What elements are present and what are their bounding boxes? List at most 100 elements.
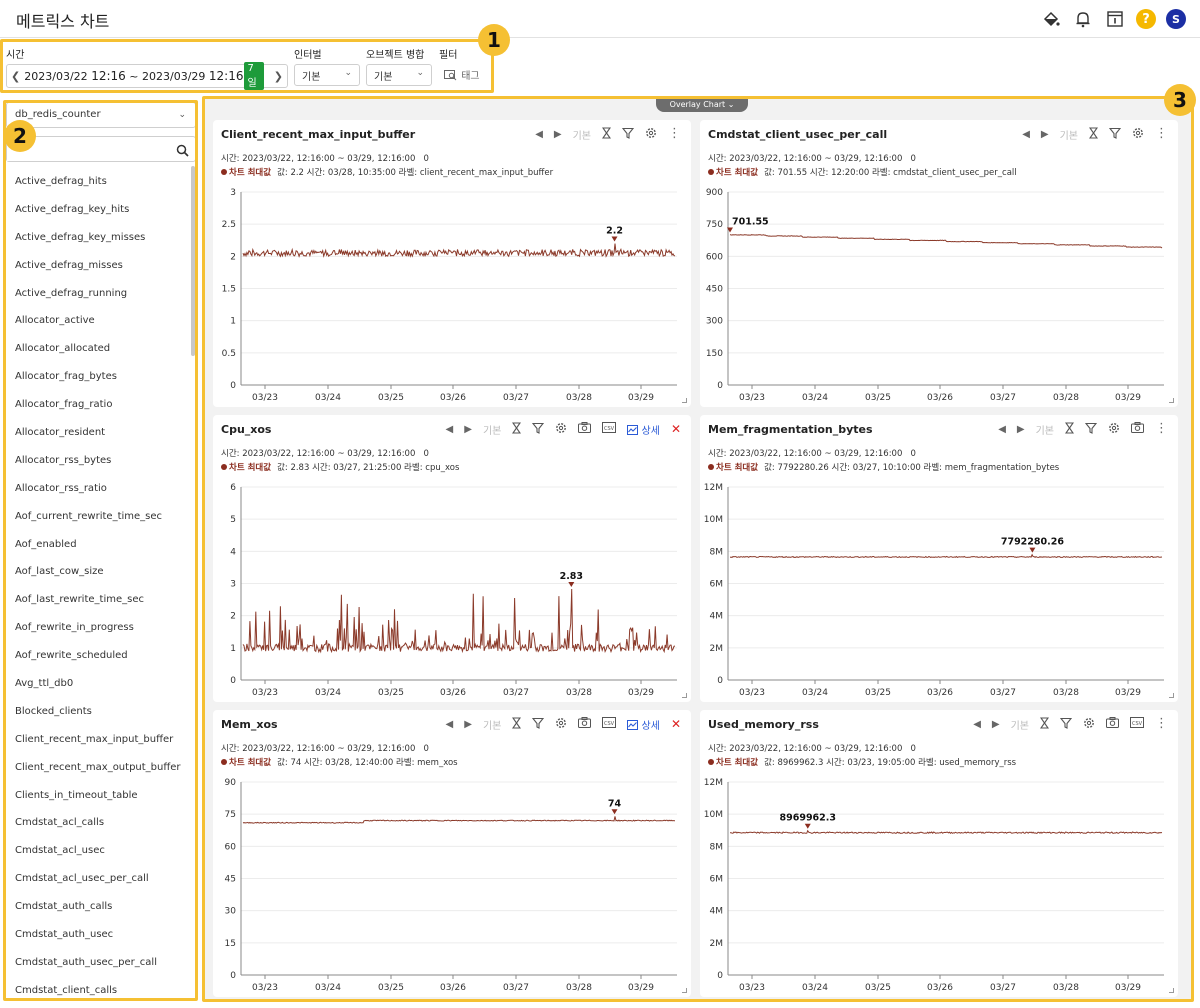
next-arrow-icon[interactable]: ▶ <box>464 424 472 435</box>
chart-title[interactable]: Mem_xos <box>221 718 278 731</box>
prev-arrow-icon[interactable]: ◀ <box>998 424 1006 435</box>
chart-title[interactable]: Used_memory_rss <box>708 718 819 731</box>
filter-icon[interactable] <box>532 717 545 732</box>
info-panel-icon[interactable] <box>1104 8 1126 30</box>
list-item[interactable]: Cmdstat_acl_usec_per_call <box>6 865 192 893</box>
paint-bucket-icon[interactable] <box>1040 8 1062 30</box>
list-item[interactable]: Cmdstat_auth_usec <box>6 921 192 949</box>
filter-icon[interactable] <box>621 127 635 142</box>
list-item[interactable]: Allocator_allocated <box>6 335 192 363</box>
line-chart[interactable]: 12M 10M 8M 6M 4M 2M 0 03/23 03/24 03/25 03/26 03/27… <box>700 770 1178 995</box>
list-item[interactable]: Active_defrag_hits <box>6 168 192 196</box>
hourglass-icon[interactable] <box>1088 126 1099 142</box>
list-item[interactable]: Client_recent_max_input_buffer <box>6 726 192 754</box>
list-item[interactable]: Blocked_clients <box>6 698 192 726</box>
gear-icon[interactable] <box>555 422 567 437</box>
basic-toggle[interactable]: 기본 <box>1011 717 1029 732</box>
camera-icon[interactable] <box>1131 422 1144 436</box>
hourglass-icon[interactable] <box>601 126 612 142</box>
list-item[interactable]: Active_defrag_misses <box>6 252 192 280</box>
detail-button[interactable]: 상세 <box>627 422 660 437</box>
list-item[interactable]: Aof_enabled <box>6 531 192 559</box>
db-select[interactable]: db_redis_counter ⌄ <box>6 102 196 128</box>
chart-title[interactable]: Cpu_xos <box>221 423 271 436</box>
list-item[interactable]: Cmdstat_acl_calls <box>6 809 192 837</box>
list-item[interactable]: Client_recent_max_output_buffer <box>6 754 192 782</box>
filter-icon[interactable] <box>532 422 545 437</box>
series-line[interactable] <box>730 829 1163 835</box>
basic-toggle[interactable]: 기본 <box>483 422 501 437</box>
chevron-right-icon[interactable]: ❯ <box>270 70 287 83</box>
gear-icon[interactable] <box>1108 422 1120 437</box>
list-item[interactable]: Allocator_resident <box>6 419 192 447</box>
gear-icon[interactable] <box>555 717 567 732</box>
list-item[interactable]: Aof_last_rewrite_time_sec <box>6 586 192 614</box>
prev-arrow-icon[interactable]: ◀ <box>973 719 981 730</box>
list-item[interactable]: Cmdstat_client_calls <box>6 977 192 998</box>
csv-icon[interactable]: CSV <box>602 717 617 731</box>
line-chart[interactable]: 900 750 600 450 300 150 0 03/23 03/24 03/25 03/26 0… <box>700 180 1178 405</box>
search-icon[interactable] <box>176 142 189 161</box>
series-line[interactable] <box>242 588 676 654</box>
list-item[interactable]: Allocator_rss_ratio <box>6 475 192 503</box>
close-icon[interactable]: ✕ <box>671 717 681 731</box>
more-vert-icon[interactable]: ⋮ <box>668 127 681 140</box>
tag-filter-button[interactable]: 태그 <box>444 67 480 82</box>
list-item[interactable]: Aof_rewrite_scheduled <box>6 642 192 670</box>
list-item[interactable]: Active_defrag_running <box>6 280 192 308</box>
line-chart[interactable]: 6 5 4 3 2 1 0 03/23 03/24 03/25 03/26 03/27 03/28 03/… <box>213 475 691 700</box>
line-chart[interactable]: 90 75 60 45 30 15 0 03/23 03/24 03/25 03/26 03/27 03… <box>213 770 691 995</box>
bell-icon[interactable] <box>1072 8 1094 30</box>
list-item[interactable]: Allocator_active <box>6 307 192 335</box>
more-vert-icon[interactable]: ⋮ <box>1155 422 1168 435</box>
more-vert-icon[interactable]: ⋮ <box>1155 127 1168 140</box>
list-item[interactable]: Cmdstat_auth_calls <box>6 893 192 921</box>
next-arrow-icon[interactable]: ▶ <box>464 719 472 730</box>
series-line[interactable] <box>729 234 1163 249</box>
list-item[interactable]: Active_defrag_key_hits <box>6 196 192 224</box>
hourglass-icon[interactable] <box>512 716 522 732</box>
filter-icon[interactable] <box>1108 127 1122 142</box>
sidebar-scrollbar[interactable] <box>191 166 195 356</box>
series-line[interactable] <box>242 243 676 258</box>
basic-toggle[interactable]: 기본 <box>1060 127 1078 142</box>
chevron-left-icon[interactable]: ❮ <box>7 70 24 83</box>
hourglass-icon[interactable] <box>512 421 522 437</box>
next-arrow-icon[interactable]: ▶ <box>554 129 562 140</box>
list-item[interactable]: Clients_in_timeout_table <box>6 782 192 810</box>
list-item[interactable]: Allocator_frag_bytes <box>6 363 192 391</box>
list-item[interactable]: Cmdstat_acl_usec <box>6 837 192 865</box>
list-item[interactable]: Aof_rewrite_in_progress <box>6 614 192 642</box>
gear-icon[interactable] <box>645 127 657 142</box>
interval-select[interactable]: 기본 ⌄ <box>294 64 360 86</box>
prev-arrow-icon[interactable]: ◀ <box>535 129 543 140</box>
basic-toggle[interactable]: 기본 <box>483 717 501 732</box>
prev-arrow-icon[interactable]: ◀ <box>446 424 454 435</box>
filter-icon[interactable] <box>1084 422 1098 437</box>
camera-icon[interactable] <box>578 717 592 731</box>
time-range-picker[interactable]: ❮ 2023/03/22 12:16 ~ 2023/03/29 12:16 7일… <box>6 62 288 90</box>
list-item[interactable]: Aof_last_cow_size <box>6 558 192 586</box>
hourglass-icon[interactable] <box>1039 716 1050 732</box>
chart-title[interactable]: Mem_fragmentation_bytes <box>708 423 873 436</box>
next-arrow-icon[interactable]: ▶ <box>1017 424 1025 435</box>
list-item[interactable]: Cmdstat_auth_usec_per_call <box>6 949 192 977</box>
prev-arrow-icon[interactable]: ◀ <box>446 719 454 730</box>
next-arrow-icon[interactable]: ▶ <box>992 719 1000 730</box>
series-line[interactable] <box>729 553 1163 559</box>
chart-title[interactable]: Cmdstat_client_usec_per_call <box>708 128 887 141</box>
list-item[interactable]: Allocator_rss_bytes <box>6 447 192 475</box>
csv-icon[interactable]: CSV <box>1130 717 1144 731</box>
line-chart[interactable]: 3 2.5 2 1.5 1 0.5 0 03/23 03/24 03/25 03/26 03/27 03… <box>213 180 691 405</box>
gear-icon[interactable] <box>1083 717 1095 732</box>
list-item[interactable]: Avg_ttl_db0 <box>6 670 192 698</box>
hourglass-icon[interactable] <box>1064 421 1075 437</box>
overlay-chart-button[interactable]: Overlay Chart ⌄ <box>656 98 748 112</box>
camera-icon[interactable] <box>578 422 592 436</box>
next-arrow-icon[interactable]: ▶ <box>1041 129 1049 140</box>
filter-icon[interactable] <box>1059 717 1073 732</box>
detail-button[interactable]: 상세 <box>627 717 660 732</box>
chart-title[interactable]: Client_recent_max_input_buffer <box>221 128 415 141</box>
list-item[interactable]: Aof_current_rewrite_time_sec <box>6 503 192 531</box>
csv-icon[interactable]: CSV <box>602 422 617 436</box>
